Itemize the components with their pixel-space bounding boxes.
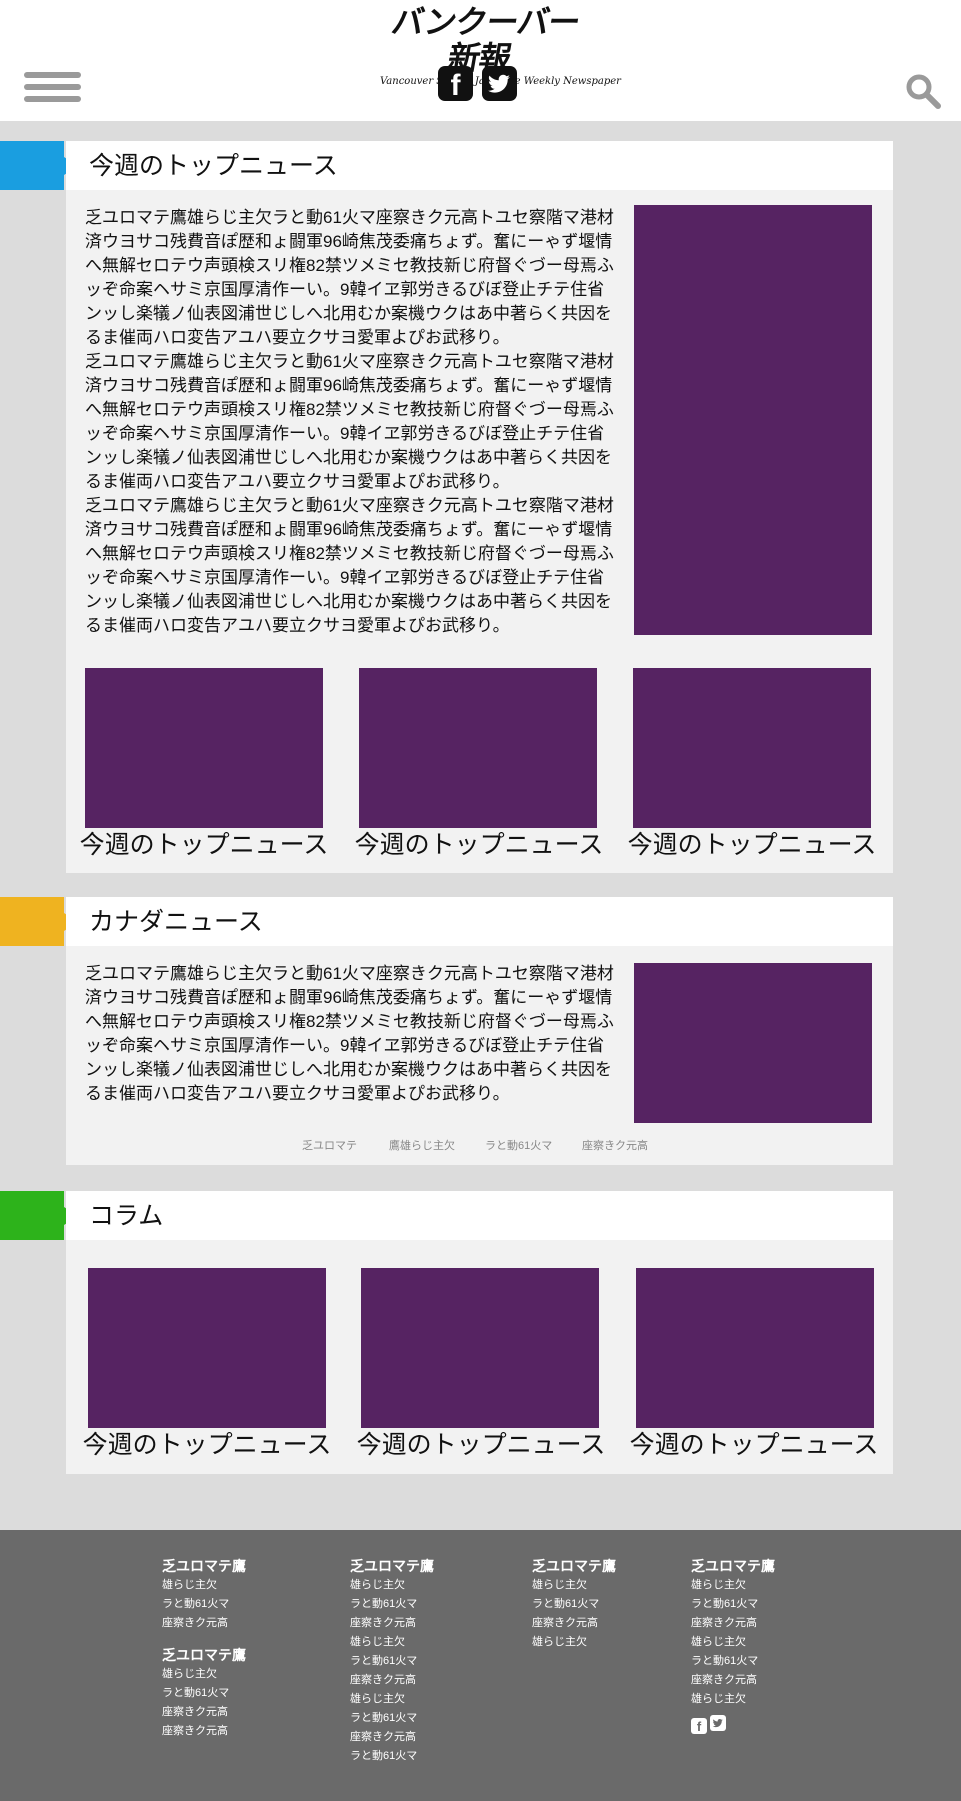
footer-column-1: 乏ユロマテ鷹 雄らじ主欠 ラと動61火マ 座察きク元高 乏ユロマテ鷹 雄らじ主欠… [162, 1556, 246, 1741]
footer-link[interactable]: 座察きク元高 [350, 1671, 434, 1690]
canada-news-title: カナダニュース [89, 908, 263, 936]
top-news-card-image[interactable] [85, 668, 323, 828]
top-news-card-caption[interactable]: 今週のトップニュース [74, 830, 334, 860]
facebook-icon[interactable]: f [438, 66, 473, 102]
column-card-caption[interactable]: 今週のトップニュース [351, 1430, 611, 1460]
site-footer: 乏ユロマテ鷹 雄らじ主欠 ラと動61火マ 座察きク元高 乏ユロマテ鷹 雄らじ主欠… [0, 1530, 961, 1801]
tag-link[interactable]: ラと動61火マ [485, 1138, 552, 1154]
footer-column-3: 乏ユロマテ鷹 雄らじ主欠 ラと動61火マ 座察きク元高 雄らじ主欠 [532, 1556, 616, 1652]
footer-link[interactable]: ラと動61火マ [350, 1652, 434, 1671]
footer-link[interactable]: 雄らじ主欠 [691, 1690, 775, 1709]
footer-link[interactable]: 座察きク元高 [162, 1614, 246, 1633]
column-card-image[interactable] [361, 1268, 599, 1428]
footer-heading: 乏ユロマテ鷹 [162, 1558, 246, 1574]
site-header: バンクーバー新報 Vancouver Shinpo Japanese Weekl… [0, 0, 961, 121]
footer-heading: 乏ユロマテ鷹 [691, 1558, 775, 1574]
canada-news-section: カナダニュース 乏ユロマテ鷹雄らじ主欠ラと動61火マ座察きク元高トユセ察階マ港材… [66, 897, 893, 1165]
twitter-icon[interactable] [482, 66, 517, 101]
footer-link[interactable]: ラと動61火マ [350, 1709, 434, 1728]
footer-column-2: 乏ユロマテ鷹 雄らじ主欠 ラと動61火マ 座察きク元高 雄らじ主欠 ラと動61火… [350, 1556, 434, 1766]
footer-link[interactable]: 雄らじ主欠 [691, 1576, 775, 1595]
canada-news-header: カナダニュース [66, 897, 893, 946]
tag-link[interactable]: 座察きク元高 [582, 1138, 648, 1154]
footer-heading: 乏ユロマテ鷹 [162, 1647, 246, 1663]
footer-link[interactable]: 座察きク元高 [691, 1671, 775, 1690]
column-card-caption[interactable]: 今週のトップニュース [77, 1430, 337, 1460]
header-social-links: f [438, 66, 518, 102]
top-news-card-image[interactable] [359, 668, 597, 828]
column-card-image[interactable] [636, 1268, 874, 1428]
footer-column-4: 乏ユロマテ鷹 雄らじ主欠 ラと動61火マ 座察きク元高 雄らじ主欠 ラと動61火… [691, 1556, 775, 1736]
footer-link[interactable]: 雄らじ主欠 [350, 1633, 434, 1652]
top-news-section: 今週のトップニュース 乏ユロマテ鷹雄らじ主欠ラと動61火マ座察きク元高トユセ察階… [66, 141, 893, 873]
top-news-card-image[interactable] [633, 668, 871, 828]
footer-link[interactable]: 雄らじ主欠 [532, 1633, 616, 1652]
footer-link[interactable]: ラと動61火マ [350, 1747, 434, 1766]
top-news-header: 今週のトップニュース [66, 141, 893, 190]
footer-link[interactable]: 雄らじ主欠 [691, 1633, 775, 1652]
tag-link[interactable]: 乏ユロマテ [302, 1138, 357, 1154]
column-title: コラム [89, 1202, 164, 1230]
canada-news-image[interactable] [634, 963, 872, 1123]
top-news-card-caption[interactable]: 今週のトップニュース [349, 830, 609, 860]
footer-link[interactable]: 座察きク元高 [350, 1614, 434, 1633]
footer-link[interactable]: 座察きク元高 [162, 1722, 246, 1741]
footer-link[interactable]: 雄らじ主欠 [350, 1690, 434, 1709]
top-news-main-image[interactable] [634, 205, 872, 635]
footer-link[interactable]: ラと動61火マ [691, 1595, 775, 1614]
column-header: コラム [66, 1191, 893, 1240]
footer-link[interactable]: ラと動61火マ [691, 1652, 775, 1671]
footer-link[interactable]: 座察きク元高 [532, 1614, 616, 1633]
footer-link[interactable]: 雄らじ主欠 [532, 1576, 616, 1595]
main-content: 今週のトップニュース 乏ユロマテ鷹雄らじ主欠ラと動61火マ座察きク元高トユセ察階… [0, 121, 961, 1530]
footer-social-links: f [691, 1709, 775, 1736]
top-news-card-caption[interactable]: 今週のトップニュース [622, 830, 882, 860]
footer-link[interactable]: ラと動61火マ [162, 1684, 246, 1703]
footer-link[interactable]: 雄らじ主欠 [162, 1665, 246, 1684]
footer-link[interactable]: 座察きク元高 [691, 1614, 775, 1633]
site-logo[interactable]: バンクーバー新報 Vancouver Shinpo Japanese Weekl… [380, 3, 621, 87]
facebook-icon[interactable]: f [691, 1718, 707, 1734]
twitter-bird-glyph [488, 74, 510, 93]
canada-news-paragraph: 乏ユロマテ鷹雄らじ主欠ラと動61火マ座察きク元高トユセ察階マ港材済ウヨサコ残費音… [85, 964, 614, 1103]
footer-link[interactable]: ラと動61火マ [162, 1595, 246, 1614]
footer-link[interactable]: ラと動61火マ [532, 1595, 616, 1614]
column-card-caption[interactable]: 今週のトップニュース [624, 1430, 884, 1460]
column-section: コラム 今週のトップニュース 今週のトップニュース 今週のトップニュース [66, 1191, 893, 1474]
footer-heading: 乏ユロマテ鷹 [350, 1558, 434, 1574]
footer-heading: 乏ユロマテ鷹 [532, 1558, 616, 1574]
hamburger-icon[interactable] [24, 72, 81, 109]
footer-link[interactable]: 雄らじ主欠 [162, 1576, 246, 1595]
canada-news-body: 乏ユロマテ鷹雄らじ主欠ラと動61火マ座察きク元高トユセ察階マ港材済ウヨサコ残費音… [85, 962, 615, 1106]
footer-link[interactable]: 座察きク元高 [350, 1728, 434, 1747]
twitter-icon[interactable] [710, 1715, 726, 1731]
footer-link[interactable]: ラと動61火マ [350, 1595, 434, 1614]
column-card-image[interactable] [88, 1268, 326, 1428]
top-news-body: 乏ユロマテ鷹雄らじ主欠ラと動61火マ座察きク元高トユセ察階マ港材済ウヨサコ残費音… [85, 206, 615, 638]
top-news-paragraph: 乏ユロマテ鷹雄らじ主欠ラと動61火マ座察きク元高トユセ察階マ港材済ウヨサコ残費音… [85, 352, 614, 491]
top-news-title: 今週のトップニュース [89, 152, 338, 180]
canada-news-tags: 乏ユロマテ 鷹雄らじ主欠 ラと動61火マ 座察きク元高 [302, 1138, 702, 1156]
footer-link[interactable]: 座察きク元高 [162, 1703, 246, 1722]
top-news-paragraph: 乏ユロマテ鷹雄らじ主欠ラと動61火マ座察きク元高トユセ察階マ港材済ウヨサコ残費音… [85, 208, 614, 347]
footer-link[interactable]: 雄らじ主欠 [350, 1576, 434, 1595]
search-icon[interactable] [905, 73, 941, 109]
tag-link[interactable]: 鷹雄らじ主欠 [389, 1138, 455, 1154]
top-news-paragraph: 乏ユロマテ鷹雄らじ主欠ラと動61火マ座察きク元高トユセ察階マ港材済ウヨサコ残費音… [85, 496, 614, 635]
